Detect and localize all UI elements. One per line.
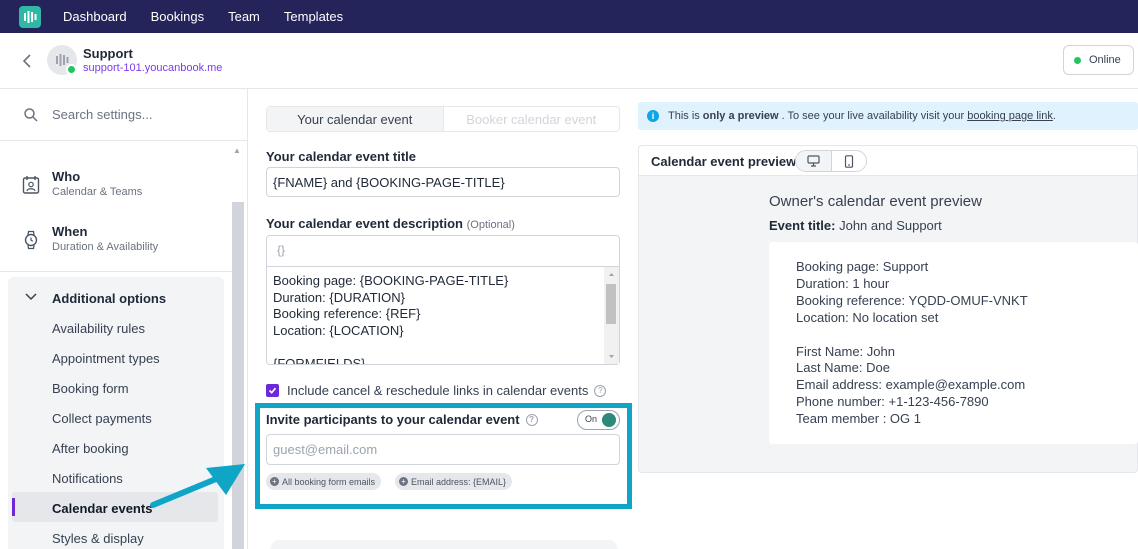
optional-tag: (Optional)	[466, 219, 515, 231]
sidebar-divider	[0, 271, 232, 272]
online-dot-icon	[1074, 56, 1081, 64]
event-title-preview: Event title: John and Support	[769, 218, 942, 233]
sidebar-item-label: When	[52, 224, 88, 239]
online-status-button[interactable]: Online	[1063, 45, 1134, 75]
nav-team[interactable]: Team	[228, 9, 260, 24]
watch-icon	[24, 230, 38, 250]
sidebar-item-who[interactable]: Who Calendar & Teams	[0, 159, 232, 213]
sidebar-item-calendar-events[interactable]: Calendar events	[52, 501, 152, 516]
toggle-knob	[602, 413, 616, 427]
event-title-label: Event title:	[769, 218, 836, 233]
toggle-label: On	[585, 414, 598, 424]
nav-dashboard[interactable]: Dashboard	[63, 9, 127, 24]
nav-templates[interactable]: Templates	[284, 9, 343, 24]
sidebar-item-after-booking[interactable]: After booking	[52, 441, 129, 456]
event-title-value: John and Support	[839, 218, 942, 233]
booking-page-link-text[interactable]: booking page link	[967, 110, 1053, 122]
description-label-text: Your calendar event description	[266, 216, 463, 231]
booking-page-link[interactable]: support-101.youcanbook.me	[83, 62, 222, 74]
annotation-arrow-icon	[150, 464, 245, 508]
sidebar-item-booking-form[interactable]: Booking form	[52, 381, 129, 396]
online-status-label: Online	[1089, 54, 1121, 66]
all-booking-form-emails-chip[interactable]: + All booking form emails	[266, 473, 382, 490]
chip-label: Email address: {EMAIL}	[411, 476, 507, 487]
sidebar-item-availability-rules[interactable]: Availability rules	[52, 321, 145, 336]
active-item-indicator	[12, 498, 15, 516]
sidebar-item-when[interactable]: When Duration & Availability	[0, 214, 232, 268]
sidebar-item-appointment-types[interactable]: Appointment types	[52, 351, 160, 366]
include-links-label: Include cancel & reschedule links in cal…	[287, 383, 589, 398]
event-title-label: Your calendar event title	[266, 149, 417, 164]
top-navigation: Dashboard Bookings Team Templates	[0, 0, 1138, 33]
insert-variable-button[interactable]: {}	[267, 236, 619, 267]
logo-icon[interactable]	[19, 5, 41, 28]
mobile-icon	[844, 154, 853, 168]
chevron-down-icon[interactable]	[25, 292, 37, 302]
event-body-preview: Booking page: Support Duration: 1 hour B…	[769, 242, 1138, 444]
mobile-view-button[interactable]	[832, 151, 867, 171]
invite-participants-label: Invite participants to your calendar eve…	[266, 412, 520, 427]
cancel-reschedule-option: Include cancel & reschedule links in cal…	[266, 383, 607, 398]
tab-your-calendar-event[interactable]: Your calendar event	[267, 107, 444, 131]
info-bold: only a preview	[702, 110, 779, 122]
page-header: Support support-101.youcanbook.me Online	[0, 33, 1138, 89]
chip-label: All booking form emails	[282, 476, 376, 487]
event-description-editor: {} Booking page: {BOOKING-PAGE-TITLE} Du…	[266, 235, 620, 365]
help-icon[interactable]: ?	[525, 413, 538, 426]
back-chevron-icon[interactable]	[20, 51, 34, 71]
sidebar-item-collect-payments[interactable]: Collect payments	[52, 411, 152, 426]
sidebar-item-notifications[interactable]: Notifications	[52, 471, 123, 486]
search-input[interactable]	[52, 107, 222, 122]
email-address-chip[interactable]: + Email address: {EMAIL}	[395, 473, 513, 490]
sidebar-item-sublabel: Calendar & Teams	[52, 186, 143, 198]
owner-preview-title: Owner's calendar event preview	[769, 193, 982, 210]
info-suffix: .	[1052, 110, 1056, 122]
preview-info-banner: i This is only a preview . To see your l…	[638, 102, 1138, 130]
sidebar-item-label: Who	[52, 169, 81, 184]
additional-options-header[interactable]: Additional options	[52, 291, 166, 306]
event-description-field[interactable]: Booking page: {BOOKING-PAGE-TITLE} Durat…	[267, 267, 603, 364]
nav-bookings[interactable]: Bookings	[151, 9, 204, 24]
status-dot	[66, 64, 77, 75]
preview-title: Calendar event preview	[651, 154, 797, 169]
scroll-up-arrow-icon[interactable]: ▲	[233, 146, 241, 155]
plus-icon: +	[270, 477, 279, 486]
info-middle: . To see your live availability visit yo…	[781, 110, 965, 122]
plus-icon: +	[399, 477, 408, 486]
description-scrollbar-thumb[interactable]	[606, 284, 616, 324]
include-links-checkbox[interactable]	[266, 384, 279, 397]
desktop-view-button[interactable]	[796, 151, 832, 171]
calendar-event-tabs: Your calendar event Booker calendar even…	[266, 106, 620, 132]
sidebar-item-styles-display[interactable]: Styles & display	[52, 531, 144, 546]
invite-participants-toggle[interactable]: On	[577, 410, 620, 430]
device-toggle	[795, 150, 867, 172]
calendar-user-icon	[22, 176, 40, 194]
invite-participants-label-row: Invite participants to your calendar eve…	[266, 412, 538, 427]
guest-email-input[interactable]	[266, 434, 620, 465]
event-body-text: Booking page: Support Duration: 1 hour B…	[796, 259, 1028, 427]
info-icon: i	[647, 110, 659, 122]
preview-header: Calendar event preview	[639, 146, 1137, 176]
help-icon[interactable]: ?	[594, 384, 607, 397]
next-section-placeholder	[270, 540, 618, 549]
info-prefix: This is	[668, 110, 700, 122]
page-title: Support	[83, 46, 133, 61]
tab-booker-calendar-event[interactable]: Booker calendar event	[444, 107, 620, 131]
event-description-label: Your calendar event description (Optiona…	[266, 216, 515, 231]
sidebar-item-sublabel: Duration & Availability	[52, 241, 159, 253]
search-bar	[0, 89, 247, 141]
event-title-field[interactable]: {FNAME} and {BOOKING-PAGE-TITLE}	[266, 167, 620, 197]
desktop-icon	[807, 155, 820, 167]
search-icon	[24, 107, 38, 122]
